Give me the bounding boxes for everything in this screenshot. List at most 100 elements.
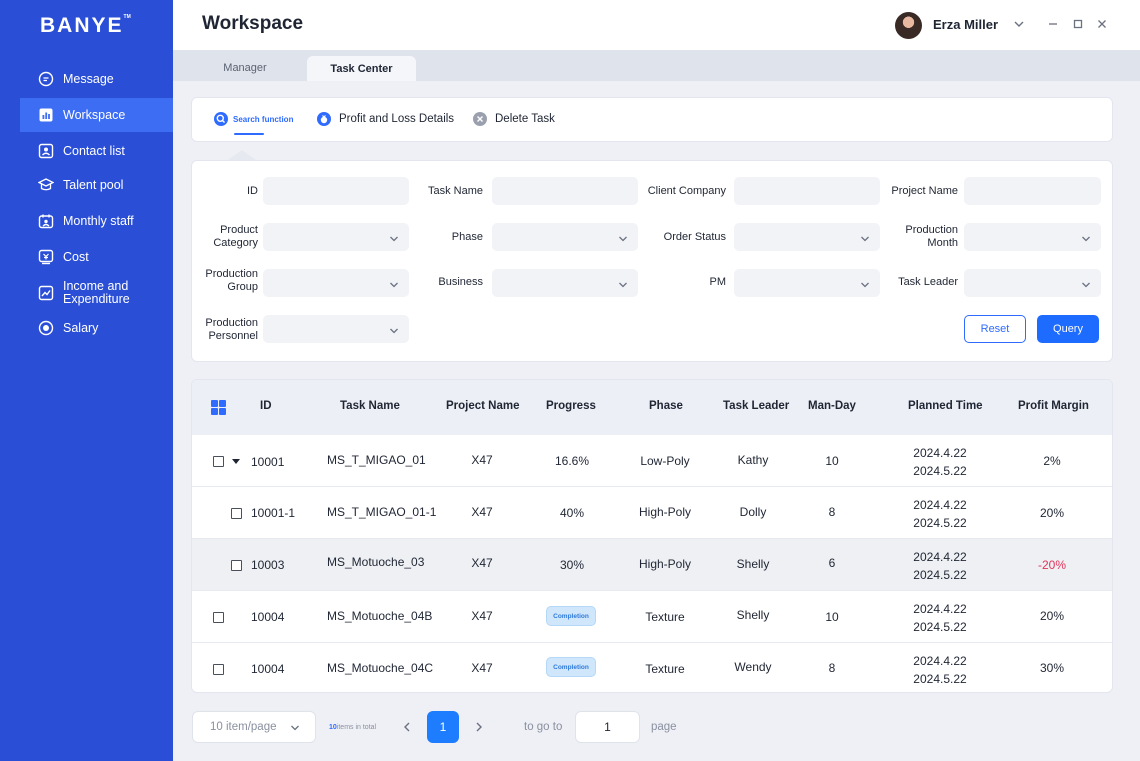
sidebar-item-contact-list[interactable]: Contact list (20, 134, 173, 168)
completion-badge: Completion (546, 606, 596, 626)
sidebar-item-label: Contact list (63, 144, 125, 158)
chevron-down-icon[interactable] (1013, 18, 1025, 30)
column-header-project-name[interactable]: Project Name (446, 400, 520, 412)
phase-select[interactable] (492, 223, 638, 251)
search-function-label: Search function (233, 114, 294, 124)
page-size-value: 10 item/page (210, 721, 277, 733)
brand-logo[interactable]: BANYETM (40, 14, 131, 38)
column-header-id[interactable]: ID (260, 400, 272, 412)
cell-phase: High-Poly (638, 557, 692, 571)
page-number-current[interactable]: 1 (427, 711, 459, 743)
filter-label-production-month: Production Month (905, 224, 958, 249)
cell-task-name: MS_Motuoche_03 (327, 555, 425, 569)
row-checkbox[interactable] (231, 560, 242, 571)
production-group-select[interactable] (263, 269, 409, 297)
column-header-man-day[interactable]: Man-Day (808, 400, 856, 412)
message-icon (38, 71, 54, 87)
contact-card-icon (38, 143, 54, 159)
column-header-task-leader[interactable]: Task Leader (723, 400, 789, 412)
user-name[interactable]: Erza Miller (933, 17, 998, 32)
table-row[interactable]: 10001-1 MS_T_MIGAO_01-1 X47 40% High-Pol… (192, 487, 1112, 539)
table-row[interactable]: 10003 MS_Motuoche_03 X47 30% High-Poly S… (192, 539, 1112, 591)
chevron-down-icon (389, 232, 399, 242)
sidebar-item-monthly-staff[interactable]: Monthly staff (20, 204, 173, 238)
cell-task-leader: Dolly (739, 505, 767, 519)
chevron-down-icon (860, 232, 870, 242)
cell-task-name: MS_T_MIGAO_01 (327, 453, 426, 467)
table-row[interactable]: 10004 MS_Motuoche_04C X47 Completion Tex… (192, 643, 1112, 692)
product-category-select[interactable] (263, 223, 409, 251)
sidebar-item-message[interactable]: Message (20, 62, 173, 96)
panel-pointer (228, 150, 256, 160)
close-icon[interactable] (1096, 18, 1108, 30)
pm-select[interactable] (734, 269, 880, 297)
planned-start: 2024.4.22 (913, 498, 967, 512)
avatar[interactable] (895, 12, 922, 39)
task-name-input[interactable] (492, 177, 638, 205)
cell-man-day: 8 (828, 505, 836, 519)
query-button[interactable]: Query (1037, 315, 1099, 343)
client-company-input[interactable] (734, 177, 880, 205)
cell-task-name: MS_Motuoche_04B (327, 609, 433, 623)
cell-id: 10004 (251, 662, 285, 676)
column-header-planned-time[interactable]: Planned Time (908, 400, 983, 412)
delete-task-tab[interactable]: Delete Task (473, 112, 555, 126)
table-row[interactable]: 10004 MS_Motuoche_04B X47 Completion Tex… (192, 591, 1112, 643)
cell-id: 10001 (251, 455, 285, 469)
cell-id: 10003 (251, 558, 285, 572)
tab-task-center[interactable]: Task Center (307, 56, 416, 81)
sidebar-item-label: Talent pool (63, 178, 124, 192)
column-header-phase[interactable]: Phase (649, 400, 683, 412)
profit-loss-details-tab[interactable]: Profit and Loss Details (317, 112, 454, 126)
calendar-user-icon (38, 213, 54, 229)
filter-label-task-name: Task Name (427, 185, 483, 197)
search-function-tab[interactable]: Search function (214, 112, 294, 135)
row-checkbox[interactable] (213, 612, 224, 623)
expand-caret-icon[interactable] (232, 459, 240, 464)
row-checkbox[interactable] (213, 456, 224, 467)
graduation-cap-icon (38, 177, 54, 193)
cell-man-day: 10 (825, 454, 839, 468)
function-bar: Search function Profit and Loss Details … (191, 97, 1113, 142)
sidebar-item-cost[interactable]: Cost (20, 240, 173, 274)
tab-manager[interactable]: Manager (191, 54, 299, 81)
goto-page-input[interactable] (575, 711, 640, 743)
sidebar-item-workspace[interactable]: Workspace (20, 98, 173, 132)
row-checkbox[interactable] (213, 664, 224, 675)
chevron-down-icon (389, 324, 399, 334)
sidebar-item-income-expenditure[interactable]: Income and Expenditure (20, 276, 173, 310)
project-name-input[interactable] (964, 177, 1101, 205)
sidebar-item-talent-pool[interactable]: Talent pool (20, 168, 173, 202)
production-personnel-select[interactable] (263, 315, 409, 343)
column-header-progress[interactable]: Progress (546, 400, 596, 412)
task-leader-select[interactable] (964, 269, 1101, 297)
row-checkbox[interactable] (231, 508, 242, 519)
chevron-down-icon (389, 278, 399, 288)
id-input[interactable] (263, 177, 409, 205)
maximize-icon[interactable] (1072, 18, 1084, 30)
prev-page-icon[interactable] (401, 720, 413, 734)
sidebar-item-salary[interactable]: Salary (20, 311, 173, 345)
chevron-down-icon (618, 278, 628, 288)
column-header-task-name[interactable]: Task Name (340, 400, 400, 412)
business-select[interactable] (492, 269, 638, 297)
sidebar-item-label: Income and Expenditure (63, 279, 130, 306)
planned-end: 2024.5.22 (913, 620, 967, 634)
page-title: Workspace (202, 13, 304, 34)
sidebar-item-label: Monthly staff (63, 214, 134, 228)
cell-profit-margin: -20% (1037, 558, 1066, 572)
search-icon (214, 112, 228, 126)
column-header-profit-margin[interactable]: Profit Margin (1018, 400, 1089, 412)
reset-button[interactable]: Reset (964, 315, 1026, 343)
cell-phase: Texture (645, 610, 685, 624)
table-row[interactable]: 10001 MS_T_MIGAO_01 X47 16.6% Low-Poly K… (192, 435, 1112, 487)
chevron-down-icon (618, 232, 628, 242)
column-settings-grid-icon[interactable] (211, 400, 226, 415)
next-page-icon[interactable] (473, 720, 485, 734)
top-header: Workspace Erza Miller (173, 0, 1140, 50)
production-month-select[interactable] (964, 223, 1101, 251)
page-size-select[interactable]: 10 item/page (192, 711, 316, 743)
filter-panel: ID Task Name Client Company Project Name… (191, 160, 1113, 362)
minimize-icon[interactable] (1047, 18, 1059, 30)
order-status-select[interactable] (734, 223, 880, 251)
